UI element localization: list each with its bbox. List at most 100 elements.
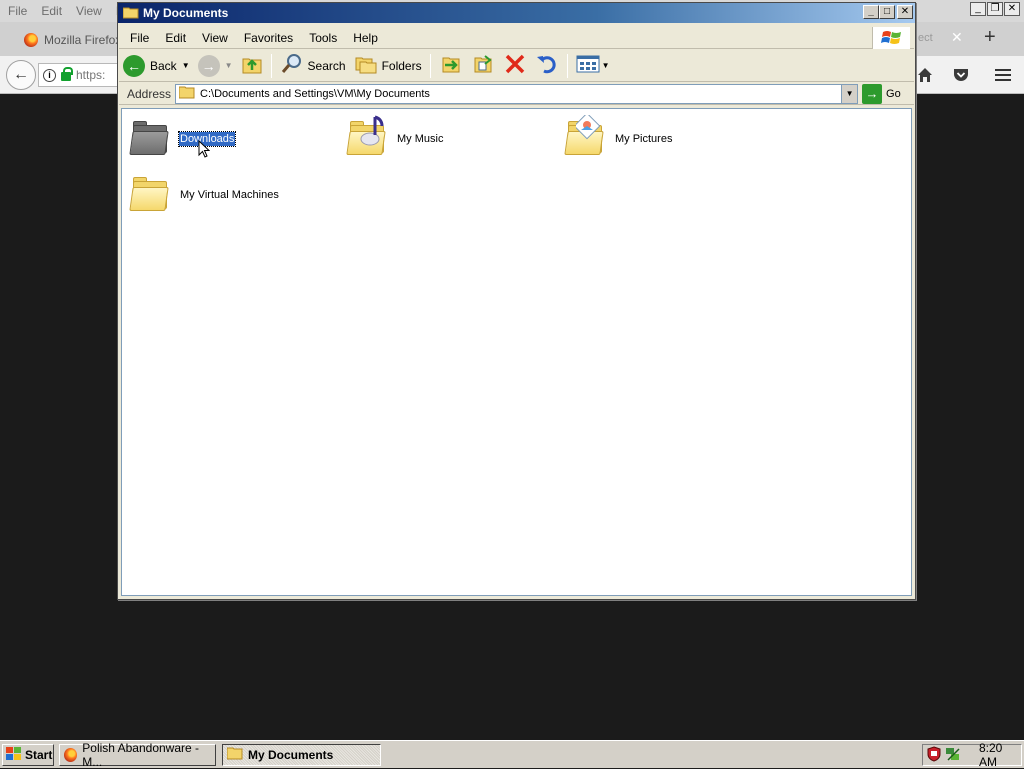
- pocket-icon[interactable]: [950, 64, 972, 86]
- search-label: Search: [307, 58, 346, 73]
- back-arrow-icon: ←: [123, 54, 145, 77]
- file-item-downloads[interactable]: Downloads: [129, 121, 237, 157]
- shield-icon[interactable]: [927, 745, 941, 765]
- start-button[interactable]: Start: [2, 744, 54, 766]
- copy-to-icon: [471, 53, 495, 78]
- mouse-cursor-icon: [198, 140, 210, 158]
- menu-view[interactable]: View: [194, 31, 236, 45]
- toolbar-separator: [270, 53, 272, 78]
- clock: 8:20 AM: [979, 741, 1003, 769]
- firefox-icon: [24, 33, 38, 47]
- firefox-tab[interactable]: Mozilla Firefox: [14, 26, 122, 54]
- firefox-minimize-button[interactable]: _: [970, 2, 986, 16]
- search-button[interactable]: Search: [276, 52, 350, 80]
- folder-icon: [129, 177, 171, 213]
- taskbar-item-label: Polish Abandonware - M...: [82, 741, 200, 769]
- home-icon[interactable]: [914, 64, 936, 86]
- go-button[interactable]: → Go: [862, 83, 901, 104]
- menu-edit[interactable]: Edit: [157, 31, 194, 45]
- address-bar: Address C:\Documents and Settings\VM\My …: [119, 83, 914, 105]
- window-title: My Documents: [143, 6, 229, 20]
- chevron-down-icon[interactable]: ▼: [225, 61, 233, 70]
- up-folder-button[interactable]: [237, 52, 267, 80]
- windows-logo-icon: [872, 27, 910, 49]
- views-button[interactable]: ▼: [572, 52, 614, 80]
- url-text: https:: [76, 68, 106, 82]
- toolbar-separator: [566, 53, 568, 78]
- firefox-close-button[interactable]: ✕: [1004, 2, 1020, 16]
- go-arrow-icon: →: [862, 83, 883, 104]
- chevron-down-icon[interactable]: ▼: [841, 84, 858, 103]
- undo-icon: [535, 53, 559, 78]
- close-tab-icon[interactable]: ✕: [951, 29, 963, 46]
- windows-logo-icon: [6, 746, 22, 764]
- back-label: Back: [150, 58, 177, 73]
- firefox-menu-file[interactable]: File: [0, 4, 34, 18]
- new-tab-button[interactable]: +: [984, 26, 996, 49]
- forward-arrow-icon: →: [197, 54, 220, 77]
- folder-icon: [122, 7, 139, 19]
- move-to-icon: [439, 53, 463, 78]
- copy-to-button[interactable]: [467, 52, 499, 80]
- maximize-button[interactable]: □: [879, 5, 895, 19]
- move-to-button[interactable]: [435, 52, 467, 80]
- file-list[interactable]: Downloads My Music My Pictures My Virtua…: [121, 108, 912, 596]
- firefox-menu-edit[interactable]: Edit: [34, 4, 69, 18]
- address-path: C:\Documents and Settings\VM\My Document…: [200, 87, 430, 100]
- undo-button[interactable]: [531, 52, 563, 80]
- file-item-my-pictures[interactable]: My Pictures: [564, 115, 673, 157]
- window-controls: _ □ ✕: [863, 5, 913, 19]
- forward-button[interactable]: → ▼: [194, 52, 237, 80]
- lock-icon: [61, 67, 73, 81]
- file-item-my-virtual-machines[interactable]: My Virtual Machines: [129, 177, 280, 213]
- menu-bar: File Edit View Favorites Tools Help: [119, 27, 914, 49]
- title-bar[interactable]: My Documents _ □ ✕: [118, 3, 915, 23]
- system-tray: 8:20 AM: [922, 741, 1022, 769]
- menu-file[interactable]: File: [119, 31, 157, 45]
- address-field[interactable]: C:\Documents and Settings\VM\My Document…: [175, 83, 859, 104]
- taskbar-item-my-documents[interactable]: My Documents: [222, 744, 381, 766]
- delete-x-icon: [503, 53, 527, 78]
- file-label-my-music: My Music: [397, 133, 444, 145]
- file-label-my-pictures: My Pictures: [615, 133, 673, 145]
- firefox-menu-view[interactable]: View: [69, 4, 109, 18]
- delete-button[interactable]: [499, 52, 531, 80]
- folder-up-icon: [241, 53, 263, 78]
- firefox-window-controls: _ ❐ ✕: [970, 2, 1020, 16]
- firefox-tab-title: Mozilla Firefox: [44, 33, 122, 47]
- menu-icon[interactable]: [992, 64, 1014, 86]
- toolbar: ← Back ▼ → ▼ Search Folders ▼: [119, 50, 914, 82]
- firefox-restore-button[interactable]: ❐: [987, 2, 1003, 16]
- folders-label: Folders: [381, 58, 422, 73]
- file-label-my-virtual-machines: My Virtual Machines: [180, 189, 279, 201]
- firefox-back-button[interactable]: ←: [6, 60, 36, 90]
- folder-icon: [226, 747, 243, 763]
- menu-tools[interactable]: Tools: [301, 31, 345, 45]
- close-button[interactable]: ✕: [897, 5, 913, 19]
- arrow-left-icon: ←: [13, 66, 29, 83]
- taskbar-item-label: My Documents: [248, 748, 334, 762]
- go-label: Go: [886, 87, 901, 100]
- back-button[interactable]: ← Back ▼: [119, 52, 194, 80]
- chevron-down-icon[interactable]: ▼: [182, 61, 190, 70]
- toolbar-separator: [429, 53, 431, 78]
- firefox-tab-title-partial: ect: [918, 32, 933, 44]
- taskbar-item-firefox[interactable]: Polish Abandonware - M...: [59, 741, 216, 769]
- start-label: Start: [25, 748, 53, 762]
- info-icon[interactable]: i: [43, 68, 56, 82]
- file-item-my-music[interactable]: My Music: [346, 115, 444, 157]
- chevron-down-icon[interactable]: ▼: [602, 61, 610, 70]
- network-icon[interactable]: [945, 746, 961, 765]
- folders-button[interactable]: Folders: [350, 52, 426, 80]
- menu-favorites[interactable]: Favorites: [236, 31, 301, 45]
- explorer-window: My Documents _ □ ✕ File Edit View Favori…: [117, 2, 916, 600]
- address-label: Address: [127, 86, 172, 101]
- firefox-icon: [64, 748, 78, 762]
- search-icon: [280, 53, 304, 78]
- views-icon: [576, 54, 600, 77]
- pictures-folder-icon: [564, 115, 606, 157]
- minimize-button[interactable]: _: [863, 5, 879, 19]
- menu-help[interactable]: Help: [345, 31, 386, 45]
- firefox-url-bar[interactable]: i https:: [38, 63, 128, 87]
- music-folder-icon: [346, 115, 388, 157]
